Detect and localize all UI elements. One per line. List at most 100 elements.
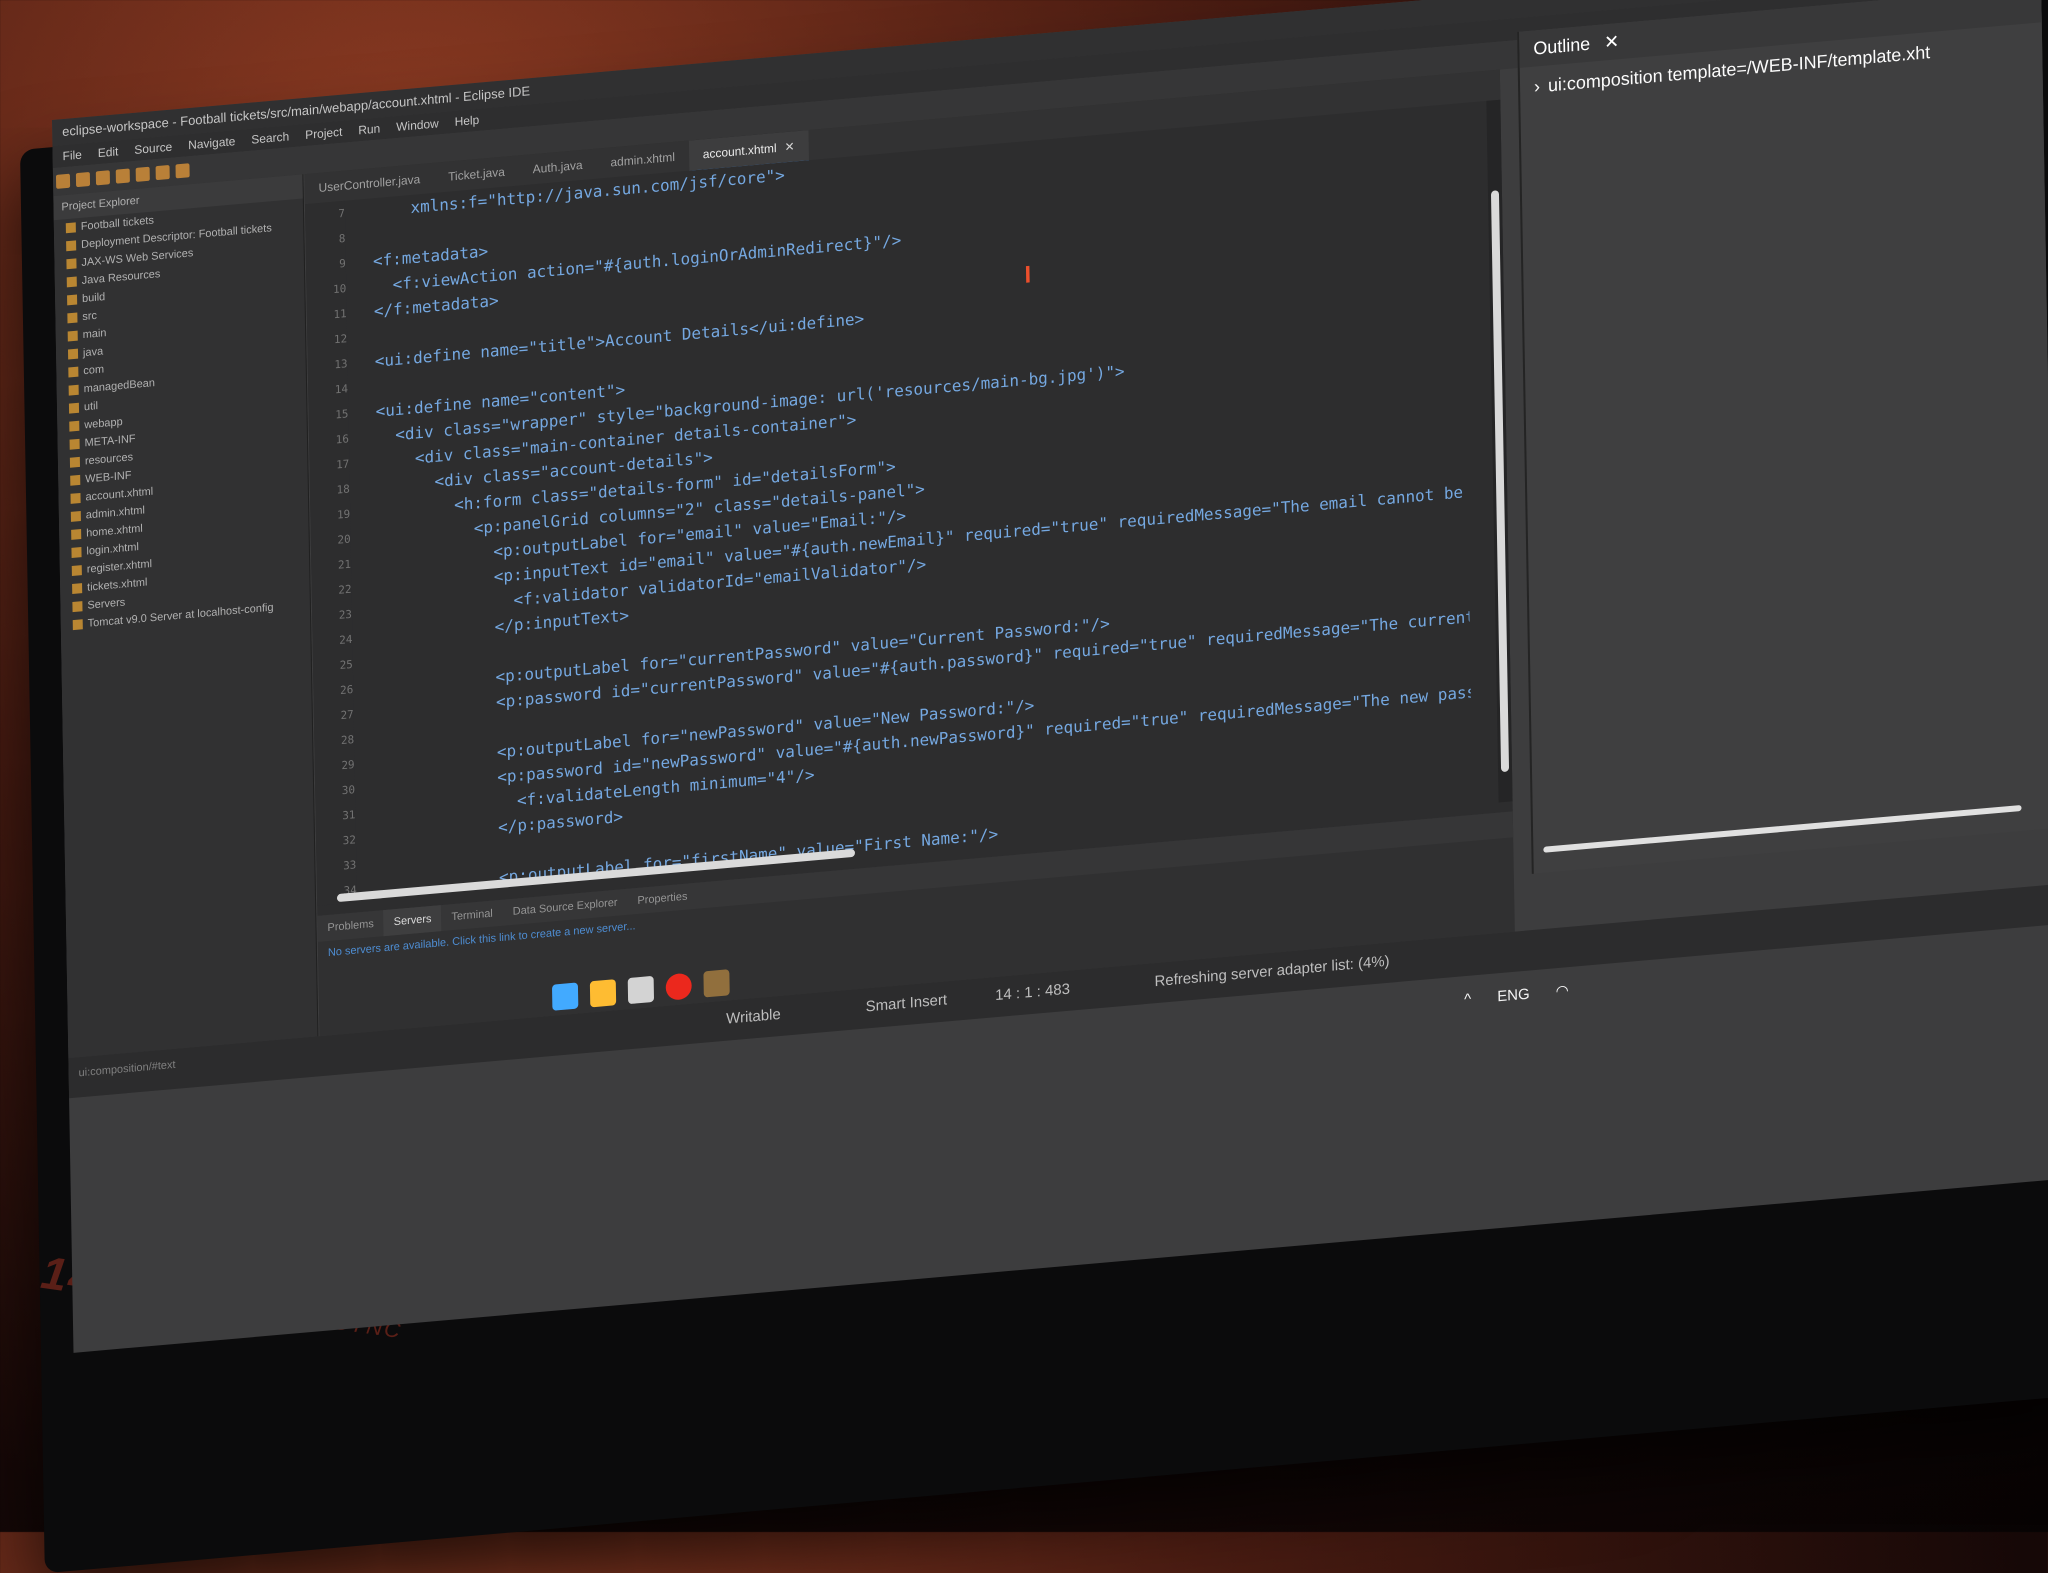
line-number: 7 <box>338 206 346 221</box>
tree-item-label: src <box>82 309 98 324</box>
folder-icon <box>72 619 83 631</box>
editor-tab-label: UserController.java <box>318 172 421 196</box>
close-icon[interactable]: ✕ <box>784 139 794 154</box>
menu-item-search[interactable]: Search <box>251 129 289 146</box>
project-tree: Football tickets Deployment Descriptor: F… <box>54 198 310 635</box>
insert-mode-status: Smart Insert <box>865 991 948 1016</box>
close-icon[interactable]: ✕ <box>1604 31 1619 52</box>
code-editor[interactable]: 7 8 9 10 11 12 13 14 15 16 17 18 19 20 21 22 23 24 25 26 27 2… <box>304 103 1473 906</box>
back-icon[interactable] <box>155 164 170 181</box>
chevron-right-icon[interactable]: › <box>1534 76 1540 97</box>
line-number: 10 <box>332 281 347 297</box>
menu-item-source[interactable]: Source <box>134 140 172 157</box>
outline-view: Outline ✕ › ui:composition template=/WEB-I… <box>1517 0 2048 874</box>
menu-item-edit[interactable]: Edit <box>98 144 119 160</box>
cursor-position: 14 : 1 : 483 <box>995 980 1071 1005</box>
editor-tab-label: admin.xhtml <box>610 149 676 170</box>
bottom-tab[interactable]: Terminal <box>441 900 503 931</box>
status-breadcrumb: ui:composition/#text <box>78 1058 176 1080</box>
line-number: 29 <box>341 758 355 773</box>
store-icon[interactable] <box>627 975 655 1005</box>
line-number: 21 <box>337 557 352 572</box>
editor-tab-label: Auth.java <box>532 157 583 177</box>
wifi-icon[interactable]: ◠ <box>1556 982 1569 1000</box>
menu-item-run[interactable]: Run <box>358 121 380 137</box>
tree-item-label: WEB-INF <box>85 469 132 486</box>
line-number: 33 <box>343 858 357 873</box>
folder-icon <box>72 583 83 595</box>
new-icon[interactable] <box>55 173 71 189</box>
menu-item-file[interactable]: File <box>62 148 82 164</box>
tree-item-label: java <box>82 345 104 360</box>
run-icon[interactable] <box>115 168 130 184</box>
tree-item-label: admin.xhtml <box>85 504 146 522</box>
folder-icon <box>68 366 79 378</box>
tree-item-label: home.xhtml <box>86 522 143 540</box>
editor-vertical-scrollbar[interactable] <box>1486 99 1513 803</box>
save-icon[interactable] <box>75 171 91 188</box>
ide-screen: eclipse-workspace - Football tickets/src… <box>52 0 2048 1353</box>
menu-item-project[interactable]: Project <box>305 125 342 142</box>
line-number: 17 <box>336 457 350 472</box>
tree-item-label: META-INF <box>84 432 136 450</box>
menu-item-navigate[interactable]: Navigate <box>188 134 235 152</box>
line-number: 30 <box>341 783 356 798</box>
code-lines[interactable]: xmlns:f="http://java.sun.com/jsf/core"> … <box>353 103 1473 906</box>
line-number: 18 <box>336 482 350 497</box>
folder-icon <box>69 420 80 432</box>
line-number: 15 <box>335 407 349 422</box>
line-number: 13 <box>334 357 348 372</box>
line-number: 9 <box>339 256 346 271</box>
folder-icon <box>66 258 77 270</box>
language-indicator[interactable]: ENG <box>1497 986 1530 1006</box>
project-explorer: Project Explorer Football tickets Deploym… <box>53 174 319 1059</box>
editor-tab-label: Ticket.java <box>448 164 505 184</box>
bottom-tab[interactable]: Servers <box>383 905 442 937</box>
folder-icon <box>69 438 80 450</box>
folder-icon <box>71 547 82 559</box>
line-number: 32 <box>342 833 357 848</box>
folder-icon <box>70 474 81 486</box>
line-number: 31 <box>342 808 356 823</box>
opera-browser-icon[interactable] <box>665 972 692 1001</box>
folder-icon <box>67 294 78 306</box>
chevron-up-icon[interactable]: ^ <box>1464 991 1471 1009</box>
line-number: 14 <box>334 382 349 397</box>
editor-area: UserController.java Ticket.java Auth.java a… <box>304 69 1513 916</box>
folder-icon <box>67 348 79 360</box>
windows-start-icon[interactable] <box>551 982 579 1011</box>
outline-scrollbar[interactable] <box>1543 804 2022 853</box>
tree-item-label: com <box>83 363 105 378</box>
scrollbar-thumb[interactable] <box>1490 190 1510 773</box>
folder-icon <box>65 222 76 234</box>
line-number: 26 <box>339 682 354 698</box>
folder-icon <box>66 240 77 252</box>
tree-item-label: main <box>82 327 107 342</box>
menu-item-help[interactable]: Help <box>455 113 480 129</box>
tree-item-label: resources <box>84 451 134 468</box>
system-tray: ^ ENG ◠ <box>1464 979 1591 1008</box>
file-explorer-icon[interactable] <box>589 979 617 1008</box>
line-number: 28 <box>340 733 355 748</box>
folder-icon <box>68 402 80 414</box>
forward-icon[interactable] <box>175 163 190 179</box>
menu-item-window[interactable]: Window <box>396 116 439 134</box>
editor-tab-label: account.xhtml <box>702 140 777 162</box>
debug-icon[interactable] <box>95 170 110 186</box>
line-number: 27 <box>340 707 354 723</box>
line-number: 23 <box>338 607 353 622</box>
line-number: 34 <box>343 883 357 898</box>
search-icon[interactable] <box>135 166 150 182</box>
eclipse-icon[interactable] <box>703 969 730 998</box>
folder-icon <box>66 276 77 288</box>
text-cursor-icon: I <box>1024 261 1032 289</box>
line-number: 16 <box>335 432 350 447</box>
